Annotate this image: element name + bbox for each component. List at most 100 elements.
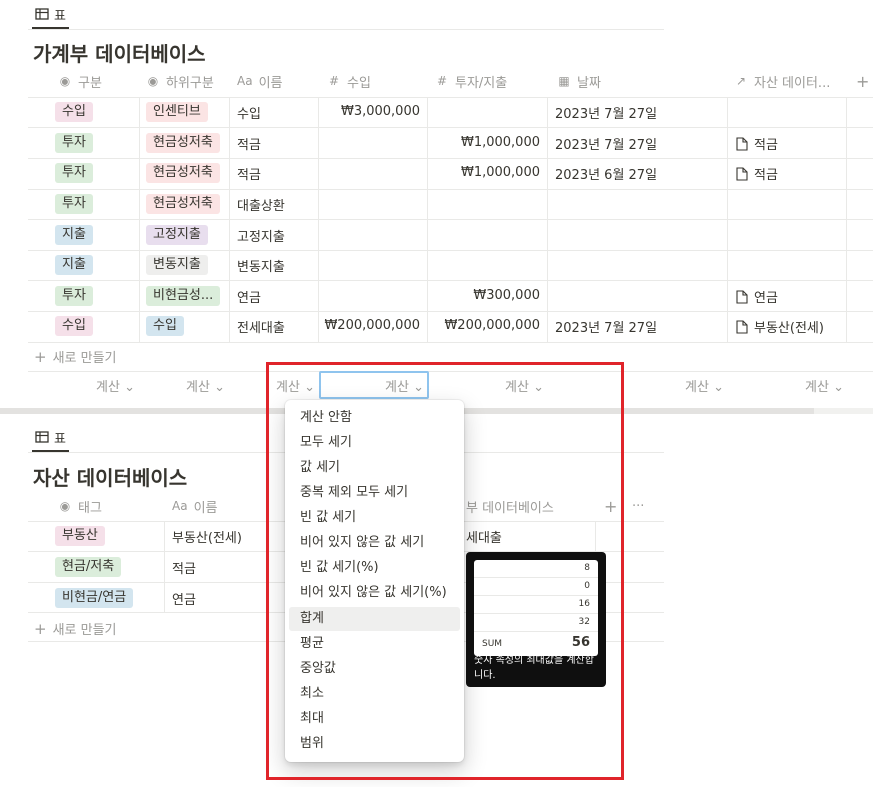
database-title: 가계부 데이터베이스 — [33, 42, 206, 66]
income-cell[interactable]: ₩200,000,000 — [318, 318, 420, 333]
grid-line — [727, 97, 728, 342]
calculate-asset[interactable]: 계산 ⌄ — [805, 376, 844, 395]
calculate-date[interactable]: 계산 ⌄ — [685, 376, 724, 395]
name-cell[interactable]: 적금 — [237, 164, 261, 183]
date-cell[interactable]: 2023년 6월 27일 — [555, 164, 657, 183]
column-header-income[interactable]: # 수입 — [327, 64, 371, 98]
name-cell[interactable]: 대출상환 — [237, 195, 285, 214]
tab-label: 표 — [54, 431, 66, 447]
subtype-tag[interactable]: 고정지출 — [146, 225, 208, 245]
name-cell[interactable]: 수입 — [237, 103, 261, 122]
database-title: 자산 데이터베이스 — [33, 466, 188, 490]
grid-line — [28, 158, 873, 159]
type-tag[interactable]: 투자 — [55, 133, 93, 153]
income-cell[interactable]: ₩3,000,000 — [318, 104, 420, 119]
grid-line — [318, 97, 319, 342]
date-cell[interactable]: 2023년 7월 27일 — [555, 103, 657, 122]
tab-label: 표 — [54, 8, 66, 24]
column-header-subtype[interactable]: ◉ 하위구분 — [146, 64, 214, 98]
subtype-tag[interactable]: 변동지출 — [146, 255, 208, 275]
grid-line — [229, 97, 230, 342]
table-view-tab[interactable]: 표 — [32, 1, 69, 29]
asset-relation-cell[interactable]: 연금 — [736, 287, 778, 306]
type-tag[interactable]: 수입 — [55, 316, 93, 336]
plus-icon: + — [34, 347, 47, 366]
plus-icon: + — [34, 619, 47, 638]
relation-arrow-icon: ↗ — [735, 74, 747, 88]
column-header-date[interactable]: ▦ 날짜 — [557, 64, 601, 98]
name-cell[interactable]: 적금 — [172, 558, 196, 577]
asset-relation-cell[interactable]: 적금 — [736, 164, 778, 183]
table-view-tab[interactable]: 표 — [32, 424, 69, 452]
subtype-tag[interactable]: 수입 — [146, 316, 184, 336]
date-cell[interactable]: 2023년 7월 27일 — [555, 134, 657, 153]
more-options-button[interactable]: ··· — [632, 489, 644, 523]
subtype-tag[interactable]: 현금성저축 — [146, 133, 220, 153]
invest-cell[interactable]: ₩1,000,000 — [427, 165, 540, 180]
name-cell[interactable]: 연금 — [237, 287, 261, 306]
page-icon — [736, 289, 748, 304]
grid-line — [28, 189, 873, 190]
subtype-tag[interactable]: 현금성저축 — [146, 194, 220, 214]
number-icon: # — [328, 74, 340, 88]
column-header-type[interactable]: ◉ 구분 — [58, 64, 102, 98]
type-tag[interactable]: 투자 — [55, 194, 93, 214]
tab-bar: 표 — [28, 1, 664, 30]
select-icon: ◉ — [147, 74, 159, 88]
scrollbar-thumb[interactable] — [814, 408, 873, 414]
name-cell[interactable]: 변동지출 — [237, 256, 285, 275]
select-icon: ◉ — [59, 74, 71, 88]
calculate-type[interactable]: 계산 ⌄ — [96, 376, 135, 395]
grid-line — [427, 97, 428, 342]
page-icon — [736, 166, 748, 181]
grid-line — [28, 127, 873, 128]
number-icon: # — [436, 74, 448, 88]
grid-line — [28, 311, 873, 312]
name-cell[interactable]: 부동산(전세) — [172, 527, 242, 546]
date-cell[interactable]: 2023년 7월 27일 — [555, 317, 657, 336]
column-header-asset[interactable]: ↗ 자산 데이터... — [734, 64, 830, 98]
grid-line — [846, 97, 847, 342]
asset-tag[interactable]: 현금/저축 — [55, 557, 122, 577]
subtype-tag[interactable]: 현금성저축 — [146, 163, 220, 183]
asset-relation-cell[interactable]: 부동산(전세) — [736, 317, 824, 336]
grid-line — [28, 97, 873, 98]
name-cell[interactable]: 고정지출 — [237, 226, 285, 245]
column-header-name[interactable]: Aa 이름 — [237, 64, 282, 98]
chevron-down-icon: ⌄ — [833, 380, 844, 395]
add-column-button[interactable]: + — [856, 64, 869, 98]
grid-line — [28, 250, 873, 251]
calculate-subtype[interactable]: 계산 ⌄ — [186, 376, 225, 395]
table-icon — [35, 8, 49, 20]
select-icon: ◉ — [59, 499, 71, 513]
column-header-tag[interactable]: ◉ 태그 — [58, 489, 102, 523]
page-icon — [736, 319, 748, 334]
subtype-tag[interactable]: 비현금성... — [146, 286, 221, 306]
name-cell[interactable]: 적금 — [237, 134, 261, 153]
invest-cell[interactable]: ₩1,000,000 — [427, 135, 540, 150]
new-row-button[interactable]: + 새로 만들기 — [34, 347, 117, 367]
type-tag[interactable]: 투자 — [55, 163, 93, 183]
chevron-down-icon: ⌄ — [124, 380, 135, 395]
type-tag[interactable]: 지출 — [55, 255, 93, 275]
text-icon: Aa — [237, 74, 253, 88]
chevron-down-icon: ⌄ — [214, 380, 225, 395]
highlight-annotation-box — [266, 362, 624, 780]
name-cell[interactable]: 연금 — [172, 589, 196, 608]
name-cell[interactable]: 전세대출 — [237, 317, 285, 336]
grid-line — [28, 219, 873, 220]
asset-tag[interactable]: 부동산 — [55, 526, 105, 546]
type-tag[interactable]: 투자 — [55, 286, 93, 306]
new-row-button[interactable]: + 새로 만들기 — [34, 619, 117, 639]
chevron-down-icon: ⌄ — [713, 380, 724, 395]
grid-line — [164, 521, 165, 612]
asset-tag[interactable]: 비현금/연금 — [55, 588, 134, 608]
type-tag[interactable]: 수입 — [55, 102, 93, 122]
column-header-invest[interactable]: # 투자/지출 — [435, 64, 507, 98]
invest-cell[interactable]: ₩300,000 — [427, 288, 540, 303]
column-header-name[interactable]: Aa 이름 — [172, 489, 217, 523]
asset-relation-cell[interactable]: 적금 — [736, 134, 778, 153]
subtype-tag[interactable]: 인센티브 — [146, 102, 208, 122]
invest-cell[interactable]: ₩200,000,000 — [427, 318, 540, 333]
type-tag[interactable]: 지출 — [55, 225, 93, 245]
